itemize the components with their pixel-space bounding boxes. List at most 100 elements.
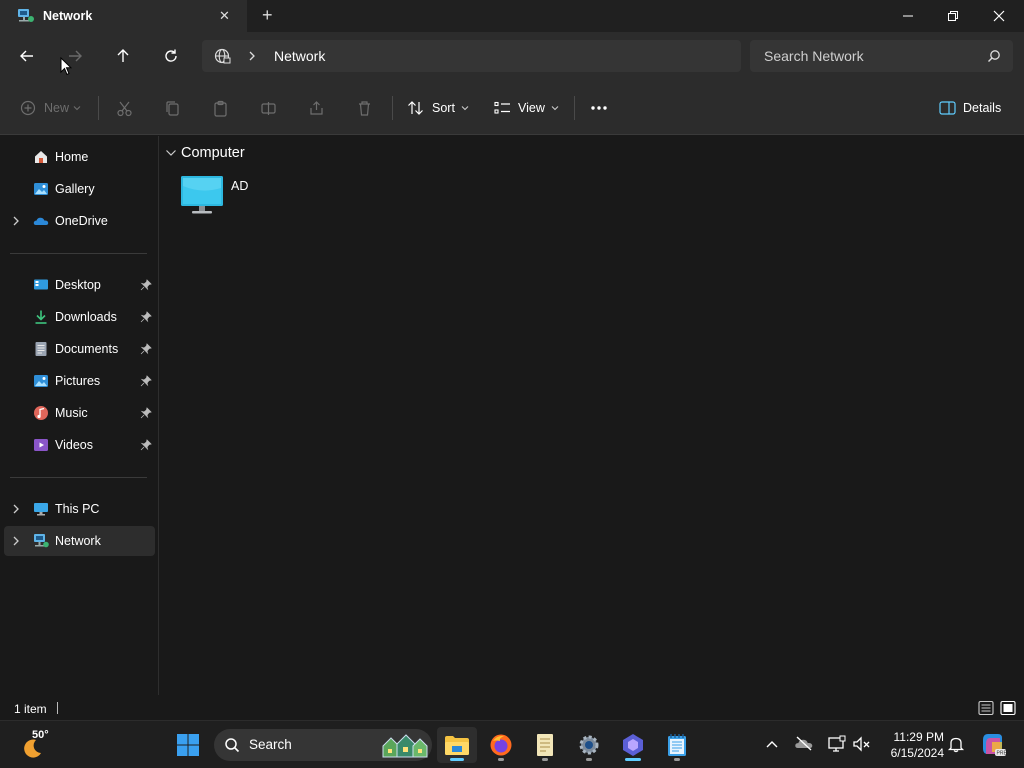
close-window-button[interactable] xyxy=(976,0,1022,32)
pin-icon[interactable] xyxy=(140,279,152,291)
sidebar-item-videos[interactable]: Videos xyxy=(4,430,155,460)
notifications-button[interactable] xyxy=(947,735,967,755)
minimize-button[interactable] xyxy=(885,0,931,32)
taskbar-vscode-app[interactable] xyxy=(613,727,653,763)
view-button[interactable]: View xyxy=(494,98,559,118)
cut-button[interactable] xyxy=(116,98,133,118)
sidebar-item-home[interactable]: Home xyxy=(4,142,155,172)
show-hidden-icons-button[interactable] xyxy=(762,735,782,755)
details-view-icon xyxy=(978,700,994,716)
taskbar-search[interactable]: Search xyxy=(214,729,432,761)
sidebar-item-gallery[interactable]: Gallery xyxy=(4,174,155,204)
start-button[interactable] xyxy=(168,727,208,763)
chevron-right-icon[interactable] xyxy=(10,502,22,516)
music-folder-icon xyxy=(34,406,48,420)
group-header-computer[interactable]: Computer xyxy=(165,145,245,161)
clock-time: 11:29 PM xyxy=(893,730,944,744)
sidebar-item-pictures[interactable]: Pictures xyxy=(4,366,155,396)
sidebar-item-documents[interactable]: Documents xyxy=(4,334,155,364)
chevron-right-icon[interactable] xyxy=(248,51,256,61)
back-button[interactable] xyxy=(12,42,42,70)
globe-network-icon xyxy=(214,48,231,64)
settings-gear-icon xyxy=(579,735,599,755)
rename-button[interactable] xyxy=(260,98,277,118)
gallery-icon xyxy=(34,183,48,195)
pin-icon[interactable] xyxy=(140,375,152,387)
search-icon xyxy=(988,50,1000,62)
taskbar-notepad[interactable] xyxy=(657,727,697,763)
taskbar: 50° Search 11:29 PM 6/15/2024 PRE xyxy=(0,720,1024,768)
view-list-icon xyxy=(494,101,510,114)
details-view-button[interactable] xyxy=(978,700,994,716)
search-box[interactable]: Search Network xyxy=(750,40,1013,72)
sort-button[interactable]: Sort xyxy=(407,98,469,118)
notepad-icon xyxy=(668,734,686,756)
restore-button[interactable] xyxy=(930,0,976,32)
list-item[interactable]: AD xyxy=(180,174,300,216)
sidebar-item-downloads[interactable]: Downloads xyxy=(4,302,155,332)
see-more-button[interactable] xyxy=(590,98,608,118)
copilot-button[interactable]: PRE xyxy=(980,732,1007,758)
new-button[interactable]: New xyxy=(20,98,81,118)
navigation-bar: Network Search Network xyxy=(0,32,1024,80)
weather-temp: 50° xyxy=(32,729,49,741)
sidebar-item-this-pc[interactable]: This PC xyxy=(4,494,155,524)
scissors-icon xyxy=(117,101,132,116)
tray-network[interactable] xyxy=(827,735,849,755)
arrow-left-icon xyxy=(20,50,33,62)
new-tab-icon[interactable]: + xyxy=(262,5,273,26)
close-tab-icon[interactable]: ✕ xyxy=(219,8,230,24)
active-indicator xyxy=(450,758,464,761)
sidebar-item-network[interactable]: Network xyxy=(4,526,155,556)
navigation-pane: Home Gallery OneDrive Desktop Downloads … xyxy=(0,136,159,695)
pin-icon[interactable] xyxy=(140,407,152,419)
details-pane-button[interactable]: Details xyxy=(939,98,1001,118)
toolbar-divider xyxy=(98,96,99,120)
search-input[interactable]: Search Network xyxy=(764,48,864,64)
address-bar[interactable]: Network xyxy=(202,40,741,72)
sidebar-item-label: Desktop xyxy=(55,278,101,292)
pin-icon[interactable] xyxy=(140,311,152,323)
chevron-right-icon[interactable] xyxy=(10,214,22,228)
sidebar-item-onedrive[interactable]: OneDrive xyxy=(4,206,155,236)
sidebar-item-label: Home xyxy=(55,150,89,164)
weather-widget[interactable]: 50° xyxy=(18,727,62,763)
home-icon xyxy=(35,151,47,163)
paste-button[interactable] xyxy=(212,98,229,118)
delete-button[interactable] xyxy=(356,98,373,118)
taskbar-firefox[interactable] xyxy=(481,727,521,763)
network-display-icon xyxy=(828,735,846,752)
taskbar-search-label: Search xyxy=(249,737,292,752)
tab-network[interactable]: Network ✕ xyxy=(0,0,247,32)
copy-button[interactable] xyxy=(164,98,181,118)
chevron-right-icon[interactable] xyxy=(10,534,22,548)
details-label: Details xyxy=(963,101,1002,115)
tray-onedrive[interactable] xyxy=(794,735,816,755)
taskbar-file-explorer[interactable] xyxy=(437,727,477,763)
chevron-down-icon xyxy=(461,106,469,111)
onedrive-offline-icon xyxy=(795,736,813,751)
sidebar-item-desktop[interactable]: Desktop xyxy=(4,270,155,300)
sidebar-item-label: Music xyxy=(55,406,88,420)
tray-volume[interactable] xyxy=(852,735,874,755)
sidebar-item-music[interactable]: Music xyxy=(4,398,155,428)
refresh-button[interactable] xyxy=(156,42,186,70)
status-bar: 1 item xyxy=(0,695,1024,720)
tray-clock[interactable]: 11:29 PM 6/15/2024 xyxy=(880,728,944,762)
file-explorer-icon xyxy=(445,736,469,755)
command-bar: New Sort View Details xyxy=(0,80,1024,135)
address-segment-network[interactable]: Network xyxy=(274,48,325,64)
pin-icon[interactable] xyxy=(140,439,152,451)
taskbar-settings[interactable] xyxy=(569,727,609,763)
chevron-down-icon xyxy=(166,150,176,156)
share-button[interactable] xyxy=(308,98,325,118)
rename-icon xyxy=(261,101,276,115)
pin-icon[interactable] xyxy=(140,343,152,355)
windows-logo-icon xyxy=(177,734,199,756)
running-indicator xyxy=(498,758,504,761)
taskbar-notes[interactable] xyxy=(525,727,565,763)
up-button[interactable] xyxy=(108,42,138,70)
sort-label: Sort xyxy=(432,101,455,115)
large-icons-view-button[interactable] xyxy=(1000,700,1016,716)
videos-folder-icon xyxy=(34,439,48,451)
